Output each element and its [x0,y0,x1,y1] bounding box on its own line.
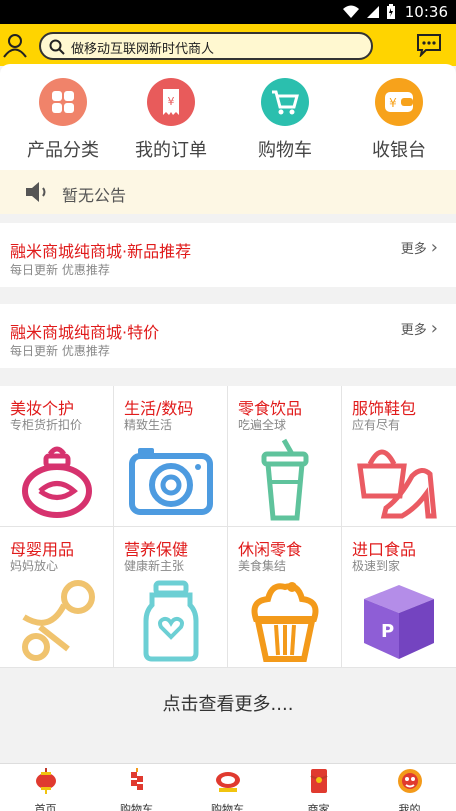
quick-nav-my-orders[interactable]: ¥ 我的订单 [114,78,228,162]
tab-merchants[interactable]: 商家 [273,768,364,811]
promo-subtitle: 每日更新 优惠推荐 [10,344,110,358]
quick-nav-product-categories[interactable]: 产品分类 [6,78,120,162]
category-subtitle: 美食集结 [238,559,287,573]
top-header: 做移动互联网新时代商人 [0,24,456,66]
category-snacks-drinks[interactable]: 零食饮品 吃遍全球 [228,386,342,527]
tab-label: 购物车 [211,803,244,811]
cart-icon [261,78,309,126]
category-grid: 美妆个护 专柜货折扣价 生活/数码 精致生活 零食饮品 吃遍全球 服饰鞋包 应有… [0,386,456,668]
promo-special-offers[interactable]: 融米商城纯商城·特价 每日更新 优惠推荐 更多 › [0,304,456,368]
perfume-icon [22,446,92,518]
svg-text:¥: ¥ [389,96,397,110]
category-subtitle: 健康新主张 [124,559,185,573]
category-clothing-bags[interactable]: 服饰鞋包 应有尽有 [342,386,456,527]
tab-label: 首页 [34,803,57,811]
wifi-icon [343,5,359,18]
bottom-tab-bar: 首页 购物车 购物车 商家 我的 [0,763,456,811]
tab-label: 购物车 [120,803,153,811]
tab-label: 商家 [307,803,330,811]
category-subtitle: 极速到家 [352,559,401,573]
category-subtitle: 妈妈放心 [10,559,59,573]
promo-more-link[interactable]: 更多 › [401,319,438,338]
handbag-heel-icon [357,449,437,519]
quick-nav-cashier[interactable]: ¥ 收银台 [342,78,456,162]
tab-mine[interactable]: 我的 [364,768,455,811]
load-more-link[interactable]: 点击查看更多.... [0,690,456,716]
promo-new-arrivals[interactable]: 融米商城纯商城·新品推荐 每日更新 优惠推荐 更多 › [0,223,456,287]
tab-label: 我的 [398,803,421,811]
category-imported-food[interactable]: 进口食品 极速到家 P [342,527,456,668]
speaker-icon [26,182,46,202]
search-placeholder: 做移动互联网新时代商人 [71,42,215,57]
svg-text:P: P [381,621,394,642]
chevron-right-icon: › [430,317,438,339]
camera-icon [129,448,213,515]
category-leisure-snacks[interactable]: 休闲零食 美食集结 [228,527,342,668]
more-label: 更多 [400,323,427,338]
package-box-icon: P [364,585,434,659]
tab-cart[interactable]: 购物车 [91,768,182,811]
user-icon [3,34,27,58]
status-icons [342,4,396,20]
category-subtitle: 专柜货折扣价 [10,418,83,432]
shopping-logo-icon [215,772,240,792]
quick-nav-label: 我的订单 [135,140,207,161]
more-label: 更多 [400,242,427,257]
category-subtitle: 吃遍全球 [238,418,287,432]
tab-shopping[interactable]: 购物车 [182,768,273,811]
chat-icon [417,34,441,59]
cupcake-icon [251,582,319,662]
firecracker-icon [130,768,143,790]
drink-cup-icon [261,438,309,521]
search-icon [49,39,65,55]
svg-text:¥: ¥ [168,95,175,108]
cashier-icon: ¥ [375,78,423,126]
receipt-icon: ¥ [147,78,195,126]
chevron-right-icon: › [430,236,438,258]
signal-icon [367,6,379,18]
category-nutrition[interactable]: 营养保健 健康新主张 [114,527,228,668]
quick-nav: 产品分类 ¥ 我的订单 购物车 ¥ 收银台 [0,64,456,170]
message-button[interactable] [416,33,442,59]
red-envelope-icon [309,769,328,793]
category-baby[interactable]: 母婴用品 妈妈放心 [0,527,114,668]
category-beauty[interactable]: 美妆个护 专柜货折扣价 [0,386,114,527]
jar-icon [143,580,199,662]
grid-icon [39,78,87,126]
category-life-digital[interactable]: 生活/数码 精致生活 [114,386,228,527]
search-input[interactable]: 做移动互联网新时代商人 [39,32,373,60]
category-subtitle: 应有尽有 [352,418,401,432]
quick-nav-label: 产品分类 [27,140,99,161]
notice-text: 暂无公告 [62,186,127,205]
battery-icon [387,4,395,19]
lantern-icon [35,768,56,794]
promo-title: 融米商城纯商城·新品推荐 [10,242,192,261]
quick-nav-label: 收银台 [372,140,426,161]
pacifier-icon [22,580,95,661]
promo-subtitle: 每日更新 优惠推荐 [10,263,110,277]
status-bar: 10:36 [0,0,456,24]
category-subtitle: 精致生活 [124,418,173,432]
promo-title: 融米商城纯商城·特价 [10,323,160,342]
quick-nav-label: 购物车 [258,140,312,161]
notice-bar[interactable]: 暂无公告 [0,170,456,214]
tab-home[interactable]: 首页 [0,768,91,811]
status-time: 10:36 [404,3,448,21]
lion-head-icon [397,769,422,793]
quick-nav-cart[interactable]: 购物车 [228,78,342,162]
promo-more-link[interactable]: 更多 › [401,238,438,257]
user-button[interactable] [2,32,28,58]
